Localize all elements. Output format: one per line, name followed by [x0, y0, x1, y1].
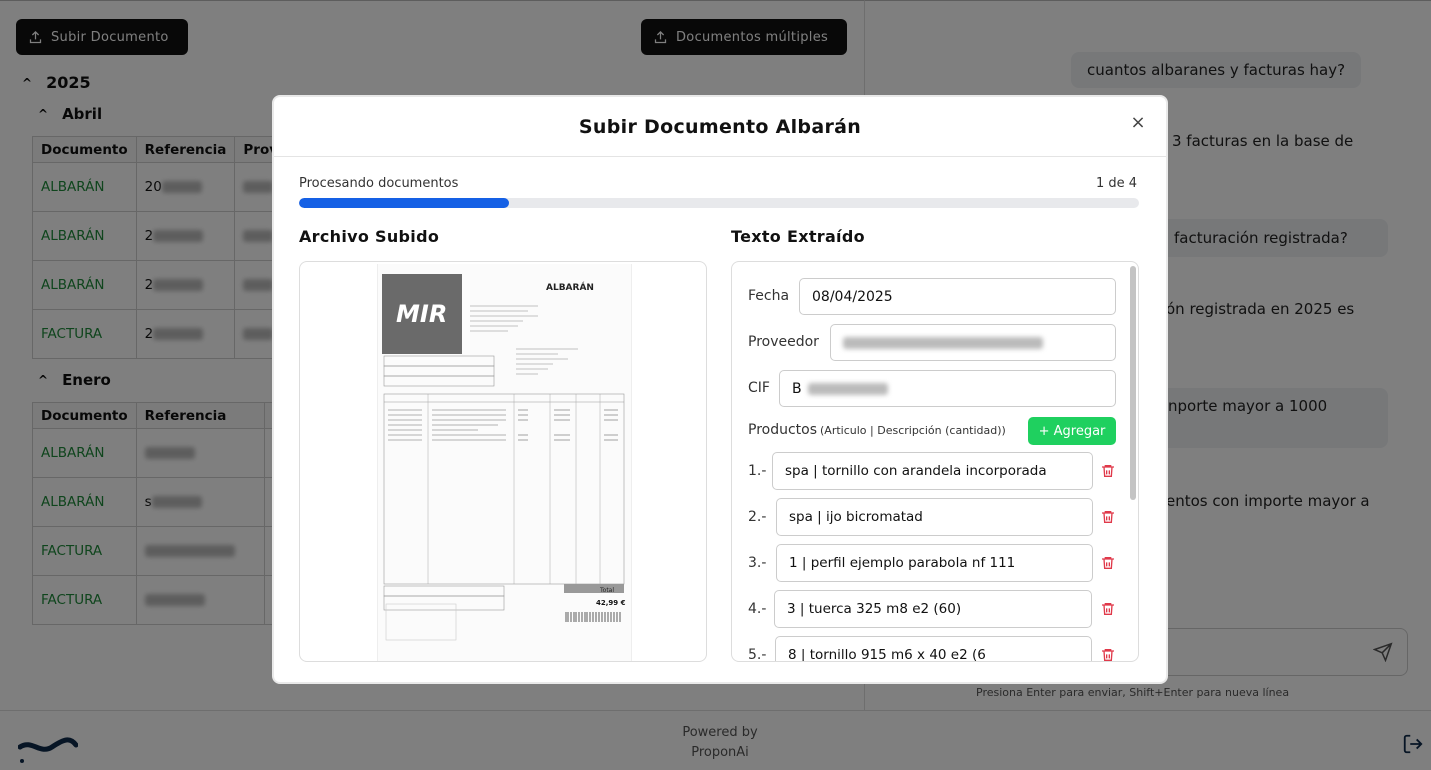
extracted-text-title: Texto Extraído: [731, 227, 865, 246]
trash-icon[interactable]: [1100, 463, 1116, 479]
product-row: 2.- spa | ijo bicromatad: [748, 498, 1093, 536]
modal-title: Subir Documento Albarán: [578, 115, 862, 138]
trash-icon[interactable]: [1100, 647, 1116, 662]
close-icon[interactable]: ×: [1128, 113, 1148, 133]
product-number: 1.-: [748, 463, 767, 479]
document-heading: ALBARÁN: [546, 281, 594, 293]
product-row: 1.- spa | tornillo con arandela incorpor…: [748, 452, 1093, 490]
scanned-document: ALBARÁN MIR Total 42,99 €: [382, 274, 626, 641]
modal-header: Subir Documento Albarán ×: [274, 97, 1166, 157]
product-number: 2.-: [748, 509, 767, 525]
product-row: 3.- 1 | perfil ejemplo parabola nf 111: [748, 544, 1093, 582]
document-total-label: Total: [599, 587, 614, 594]
product-input[interactable]: 8 | tornillo 915 m6 x 40 e2 (6: [775, 636, 1092, 661]
product-number: 5.-: [748, 647, 767, 662]
document-brand: MIR: [396, 300, 447, 328]
fecha-label: Fecha: [748, 288, 790, 304]
document-preview[interactable]: ALBARÁN MIR Total 42,99 €: [299, 261, 707, 662]
products-hint: (Articulo | Descripción (cantidad)): [820, 424, 1006, 437]
upload-modal: Subir Documento Albarán × Procesando doc…: [272, 95, 1168, 684]
proveedor-input[interactable]: [830, 324, 1116, 361]
product-input[interactable]: spa | tornillo con arandela incorporada: [772, 452, 1093, 490]
document-image: ALBARÁN MIR Total 42,99 €: [377, 264, 632, 661]
products-label: Productos (Articulo | Descripción (cantid…: [748, 422, 1006, 438]
cif-input[interactable]: B: [779, 370, 1116, 407]
document-total-value: 42,99 €: [596, 599, 626, 607]
progress-count: 1 de 4: [1095, 176, 1137, 191]
trash-icon[interactable]: [1100, 555, 1116, 571]
product-input[interactable]: 1 | perfil ejemplo parabola nf 111: [776, 544, 1093, 582]
product-input[interactable]: 3 | tuerca 325 m8 e2 (60): [774, 590, 1092, 628]
product-input[interactable]: spa | ijo bicromatad: [776, 498, 1093, 536]
trash-icon[interactable]: [1100, 509, 1116, 525]
product-number: 4.-: [748, 601, 767, 617]
proveedor-label: Proveedor: [748, 334, 819, 350]
uploaded-file-title: Archivo Subido: [299, 227, 440, 246]
trash-icon[interactable]: [1100, 601, 1116, 617]
add-product-button[interactable]: + Agregar: [1028, 417, 1116, 445]
progress-label: Procesando documentos: [299, 176, 459, 191]
cif-label: CIF: [748, 380, 770, 396]
fecha-input[interactable]: 08/04/2025: [799, 278, 1116, 315]
extracted-form: Fecha 08/04/2025 Proveedor CIF B Product…: [731, 261, 1139, 662]
product-row: 5.- 8 | tornillo 915 m6 x 40 e2 (6: [748, 636, 1092, 662]
product-number: 3.-: [748, 555, 767, 571]
progress-fill: [299, 198, 509, 208]
scrollbar[interactable]: [1130, 266, 1136, 500]
progress-bar: [299, 198, 1139, 208]
product-row: 4.- 3 | tuerca 325 m8 e2 (60): [748, 590, 1092, 628]
